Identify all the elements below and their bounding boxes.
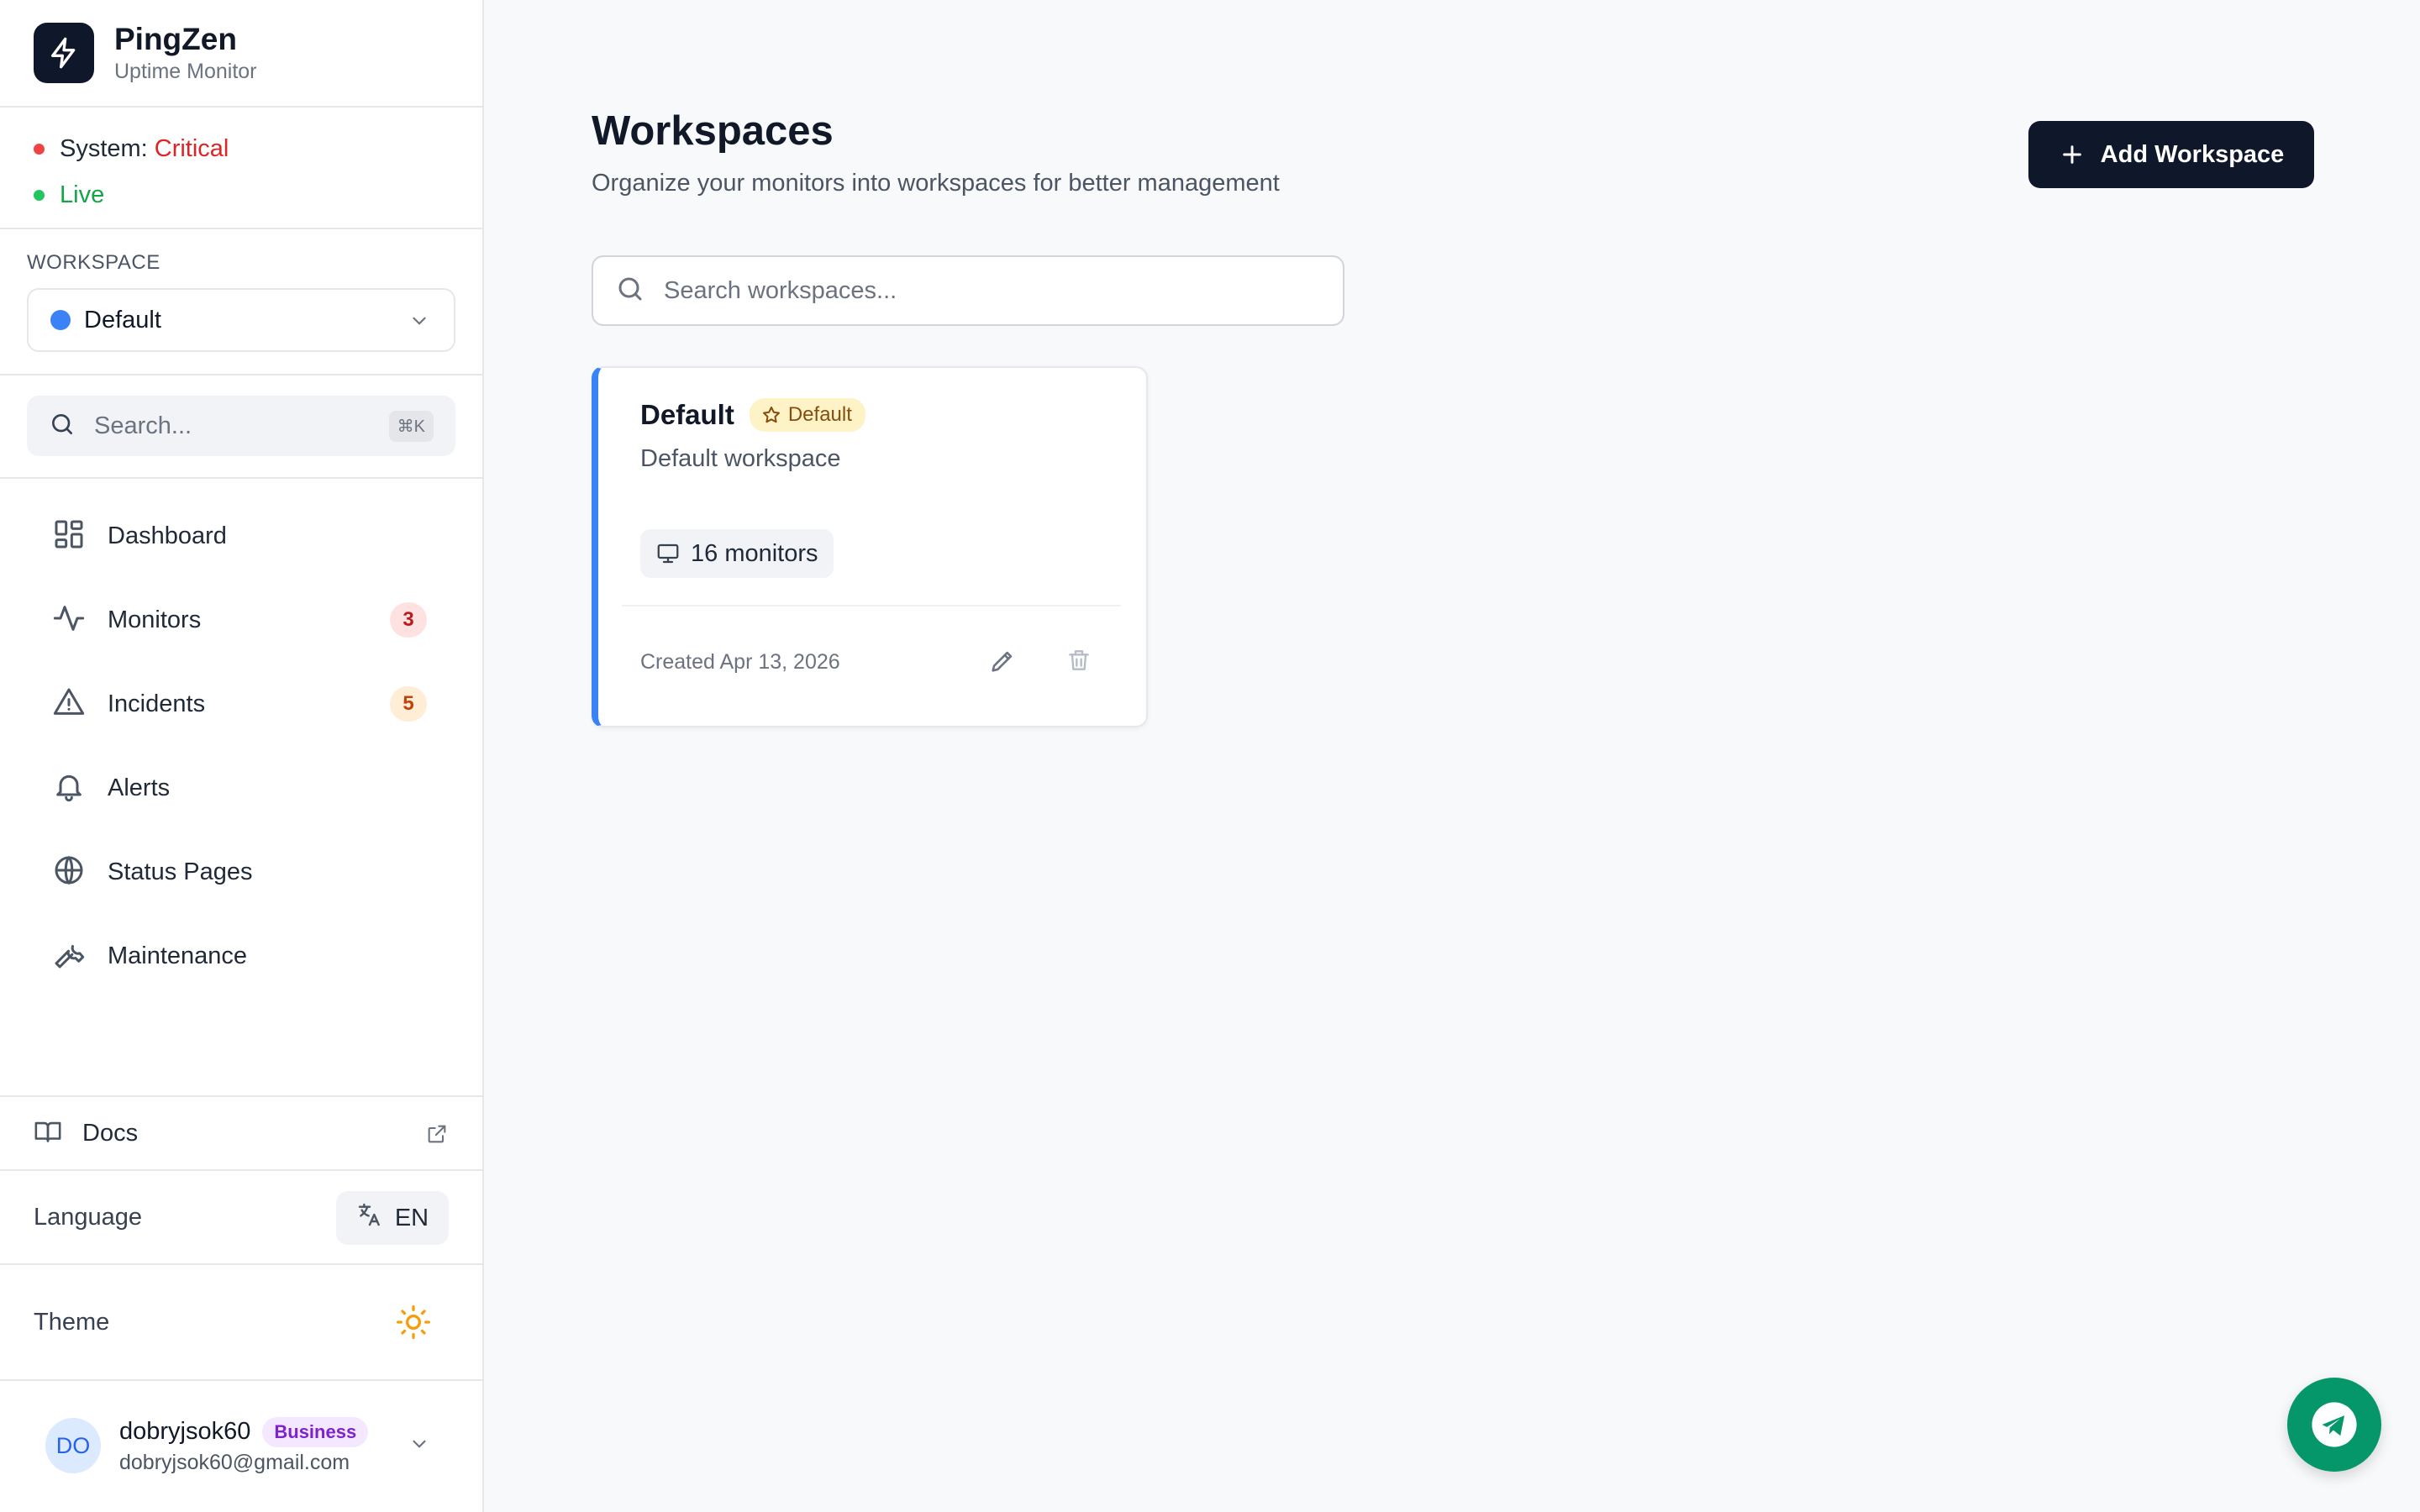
plus-icon <box>2062 145 2081 164</box>
status-dot <box>34 144 45 155</box>
sidebar-nav: Dashboard Monitors 3 Incidents 5 Alerts … <box>0 479 482 998</box>
brand-name: PingZen <box>114 22 237 56</box>
chevron-down-icon <box>408 310 430 336</box>
sidebar-search-input[interactable]: Search... ⌘K <box>27 396 455 456</box>
sidebar-item-label: Status Pages <box>108 858 253 885</box>
live-dot <box>34 190 45 201</box>
main-content: Workspaces Organize your monitors into w… <box>484 0 2420 1512</box>
theme-row: Theme <box>0 1265 482 1381</box>
live-label: Live <box>60 181 105 208</box>
language-value: EN <box>394 1204 429 1231</box>
workspace-card[interactable]: Default Default Default workspace 16 mon… <box>592 366 1148 727</box>
system-status-value: Critical <box>154 135 229 162</box>
monitor-count-chip: 16 monitors <box>640 529 834 578</box>
default-badge: Default <box>749 398 865 432</box>
search-icon <box>49 411 76 442</box>
monitor-count: 16 monitors <box>691 539 818 567</box>
sun-icon[interactable] <box>395 1304 432 1345</box>
wrench-icon <box>52 937 86 975</box>
workspace-search-placeholder: Search workspaces... <box>664 276 897 304</box>
user-name: dobryjsok60 <box>119 1418 251 1445</box>
workspace-select-value: Default <box>84 306 161 333</box>
theme-label: Theme <box>34 1308 110 1336</box>
app: PingZen Uptime Monitor System: Critical … <box>0 0 2420 1512</box>
workspace-description: Default workspace <box>640 445 841 472</box>
docs-link[interactable]: Docs <box>0 1095 482 1171</box>
add-workspace-label: Add Workspace <box>2100 140 2285 168</box>
search-shortcut: ⌘K <box>388 411 434 442</box>
sidebar-item-label: Dashboard <box>108 522 227 549</box>
system-status: System: Critical <box>34 126 482 172</box>
card-divider <box>622 605 1121 606</box>
sidebar-search-placeholder: Search... <box>94 412 192 439</box>
workspace-name: Default <box>640 399 734 430</box>
page-subtitle: Organize your monitors into workspaces f… <box>592 170 1280 197</box>
sidebar-item-status-pages[interactable]: Status Pages <box>0 830 482 914</box>
external-link-icon <box>425 1122 449 1150</box>
telegram-icon <box>2312 1402 2357 1447</box>
language-button[interactable]: EN <box>336 1191 449 1245</box>
user-menu[interactable]: DO dobryjsok60 Business dobryjsok60@gmai… <box>0 1381 482 1510</box>
telegram-support-button[interactable] <box>2287 1378 2381 1472</box>
default-badge-label: Default <box>787 403 852 426</box>
grid-icon <box>52 517 86 555</box>
workspace-select[interactable]: Default <box>27 288 455 352</box>
sidebar: PingZen Uptime Monitor System: Critical … <box>0 0 484 1512</box>
monitors-count-badge: 3 <box>390 602 427 638</box>
sidebar-item-maintenance[interactable]: Maintenance <box>0 914 482 998</box>
sidebar-item-label: Incidents <box>108 690 206 717</box>
status-panel: System: Critical Live <box>0 108 482 229</box>
sidebar-item-dashboard[interactable]: Dashboard <box>0 494 482 578</box>
translate-icon <box>356 1201 383 1235</box>
user-email: dobryjsok60@gmail.com <box>119 1450 350 1474</box>
monitor-icon <box>657 543 679 564</box>
language-label: Language <box>34 1203 143 1231</box>
workspace-label: WORKSPACE <box>27 251 160 274</box>
live-status: Live <box>34 172 482 218</box>
plan-badge: Business <box>262 1416 369 1447</box>
sidebar-footer: Docs Language EN Theme DO dobryjsok60 Bu… <box>0 1095 482 1510</box>
bolt-icon <box>34 23 94 83</box>
language-row: Language EN <box>0 1171 482 1265</box>
workspace-color-dot <box>50 310 71 330</box>
sidebar-search-section: Search... ⌘K <box>0 375 482 479</box>
trash-icon[interactable] <box>1065 647 1092 678</box>
docs-label: Docs <box>82 1119 139 1147</box>
workspace-search-input[interactable]: Search workspaces... <box>592 255 1344 326</box>
activity-icon <box>52 601 86 639</box>
sidebar-item-alerts[interactable]: Alerts <box>0 746 482 830</box>
sidebar-item-incidents[interactable]: Incidents 5 <box>0 662 482 746</box>
star-icon <box>762 407 780 423</box>
brand-header[interactable]: PingZen Uptime Monitor <box>0 0 482 108</box>
incidents-count-badge: 5 <box>390 686 427 722</box>
book-icon <box>34 1117 62 1150</box>
system-status-label: System: <box>60 135 148 162</box>
brand-subtitle: Uptime Monitor <box>114 60 257 83</box>
workspace-section: WORKSPACE Default <box>0 229 482 375</box>
bell-icon <box>52 769 86 807</box>
page-title: Workspaces <box>592 108 834 154</box>
globe-icon <box>52 853 86 891</box>
add-workspace-button[interactable]: Add Workspace <box>2028 121 2314 188</box>
warning-icon <box>52 685 86 723</box>
chevron-down-icon <box>408 1433 430 1459</box>
sidebar-item-label: Alerts <box>108 774 171 801</box>
created-date: Created Apr 13, 2026 <box>640 650 840 674</box>
sidebar-item-monitors[interactable]: Monitors 3 <box>0 578 482 662</box>
search-icon <box>615 274 645 308</box>
sidebar-item-label: Maintenance <box>108 942 248 969</box>
pencil-icon[interactable] <box>988 647 1017 680</box>
avatar: DO <box>45 1418 101 1473</box>
sidebar-item-label: Monitors <box>108 606 202 633</box>
